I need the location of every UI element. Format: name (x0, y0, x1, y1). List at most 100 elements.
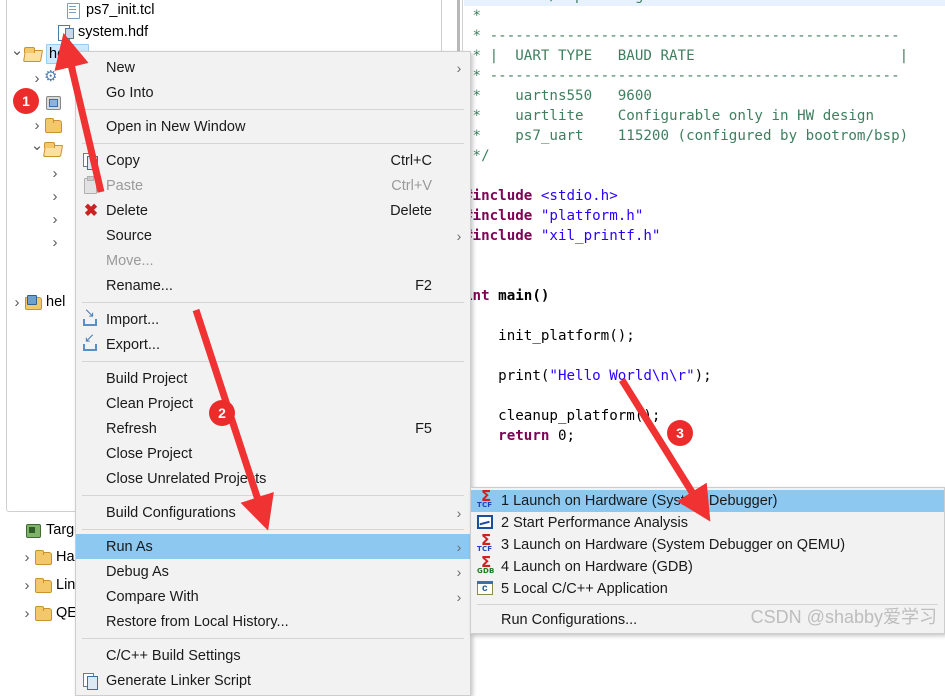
target-tree-item[interactable]: Targe (10, 518, 82, 542)
target-tree-item-label: Lin (56, 577, 76, 593)
target-tree-item[interactable]: Ha (20, 545, 75, 569)
menu-item[interactable]: Restore from Local History... (76, 609, 470, 634)
target-tree-item[interactable]: QE (20, 601, 77, 625)
menu-item-shortcut: Ctrl+C (390, 152, 433, 169)
menu-separator (82, 109, 464, 110)
tree-item-label: hel (46, 294, 66, 310)
menu-icon-spacer (76, 276, 106, 296)
submenu-icon-spacer (471, 610, 501, 630)
tree-item[interactable] (30, 66, 66, 90)
tree-twisty-down-icon[interactable] (30, 140, 44, 158)
code-line: * --------------------------------------… (464, 28, 900, 44)
tree-twisty-right-icon[interactable] (48, 188, 62, 205)
tree-twisty-down-icon[interactable] (10, 45, 24, 63)
menu-separator (82, 143, 464, 144)
menu-item-label: Open in New Window (106, 118, 246, 135)
watermark: CSDN @shabby爱学习 (750, 607, 937, 627)
menu-icon-spacer (76, 419, 106, 439)
tree-twisty-right-icon[interactable] (48, 211, 62, 228)
hdf-file-icon (56, 24, 74, 41)
folder-icon (34, 549, 52, 565)
menu-item[interactable]: Build Project (76, 366, 470, 391)
tree-item[interactable]: system.hdf (42, 20, 148, 44)
tree-twisty-right-icon[interactable] (48, 234, 62, 251)
menu-item[interactable]: Go Into (76, 80, 470, 105)
tree-item[interactable] (30, 137, 66, 161)
annotation-badge-1: 1 (13, 88, 39, 114)
tcf-icon-glyph (477, 531, 497, 555)
tree-twisty-right-icon[interactable] (20, 577, 34, 594)
paste-icon (76, 175, 106, 196)
menu-item[interactable]: Copy Ctrl+C (76, 148, 470, 173)
submenu-chevron-right-icon: › (456, 59, 462, 76)
menu-icon-spacer (76, 251, 106, 271)
menu-item-label: Import... (106, 311, 160, 328)
tree-twisty-right-icon[interactable] (20, 605, 34, 622)
menu-item[interactable]: Close Unrelated Projects (76, 466, 470, 491)
menu-item[interactable]: Close Project (76, 441, 470, 466)
tree-twisty-right-icon[interactable] (30, 117, 44, 134)
submenu-item[interactable]: 4 Launch on Hardware (GDB) (471, 553, 944, 578)
tree-item-label: system.hdf (78, 24, 149, 40)
tree-twisty-right-icon[interactable] (10, 294, 24, 311)
target-tree-item[interactable]: Lin (20, 573, 75, 597)
menu-item: Move... (76, 248, 470, 273)
menu-item[interactable]: ✖ Delete Delete (76, 198, 470, 223)
menu-item[interactable]: Export... (76, 330, 470, 357)
tcf-icon (471, 531, 501, 555)
menu-item[interactable]: Build Configurations › (76, 500, 470, 525)
menu-item[interactable]: Import... (76, 305, 470, 332)
menu-item-shortcut: Delete (390, 202, 432, 219)
code-line: init_platform(); (464, 328, 635, 344)
menu-item-label: Build Configurations (106, 504, 236, 521)
submenu-item-label: 1 Launch on Hardware (System Debugger) (501, 493, 778, 509)
tree-item[interactable]: ps7_init.tcl (50, 0, 155, 22)
submenu-item[interactable]: 2 Start Performance Analysis (471, 512, 944, 534)
menu-item[interactable]: Generate Linker Script (76, 668, 470, 693)
menu-item[interactable]: Rename... F2 (76, 273, 470, 298)
binary-icon (44, 67, 62, 86)
menu-icon-spacer (76, 537, 106, 557)
menu-item-label: C/C++ Build Settings (106, 647, 241, 664)
tree-item[interactable]: hel (10, 290, 65, 314)
code-line: * ps7_uart 115200 (configured by bootrom… (464, 128, 909, 144)
menu-item-label: Compare With (106, 588, 199, 605)
submenu-item[interactable]: 1 Launch on Hardware (System Debugger) (471, 487, 944, 512)
code-line: int main() (464, 288, 550, 304)
tree-twisty-right-icon[interactable] (48, 165, 62, 182)
menu-item[interactable]: C/C++ Build Settings (76, 643, 470, 668)
export-icon (76, 330, 106, 355)
menu-icon-spacer (76, 612, 106, 632)
menu-item[interactable]: New › (76, 55, 470, 80)
menu-icon-spacer (76, 226, 106, 246)
menu-item[interactable]: Clean Project (76, 391, 470, 416)
open-project-folder-icon (24, 46, 42, 62)
menu-item-label: New (106, 59, 136, 76)
performance-icon-glyph (477, 515, 493, 529)
submenu-item[interactable]: 3 Launch on Hardware (System Debugger on… (471, 531, 944, 556)
file-icon (64, 2, 82, 19)
tree-item[interactable] (30, 113, 66, 137)
menu-icon-spacer (76, 117, 106, 137)
target-tree-item-label: QE (56, 605, 77, 621)
submenu-item[interactable]: 5 Local C/C++ Application (471, 578, 944, 600)
project-context-menu[interactable]: New › Go Into Open in New Window Copy Ctrl+C P… (75, 51, 471, 696)
menu-item[interactable]: Run As › (76, 534, 470, 559)
menu-item[interactable]: Compare With › (76, 584, 470, 609)
tree-twisty-right-icon[interactable] (20, 549, 34, 566)
menu-item-label: Build Project (106, 370, 188, 387)
menu-item-shortcut: Ctrl+V (391, 177, 432, 194)
menu-icon-spacer (76, 444, 106, 464)
menu-item[interactable]: Open in New Window (76, 114, 470, 139)
menu-item-label: Rename... (106, 277, 173, 294)
menu-item[interactable]: Source › (76, 223, 470, 248)
code-line: */ (464, 148, 490, 164)
menu-item[interactable]: Refresh F5 (76, 416, 470, 441)
menu-item[interactable]: Debug As › (76, 559, 470, 584)
tree-twisty-right-icon[interactable] (30, 70, 44, 87)
folder-open-icon (44, 141, 62, 157)
menu-item-label: Export... (106, 336, 160, 353)
